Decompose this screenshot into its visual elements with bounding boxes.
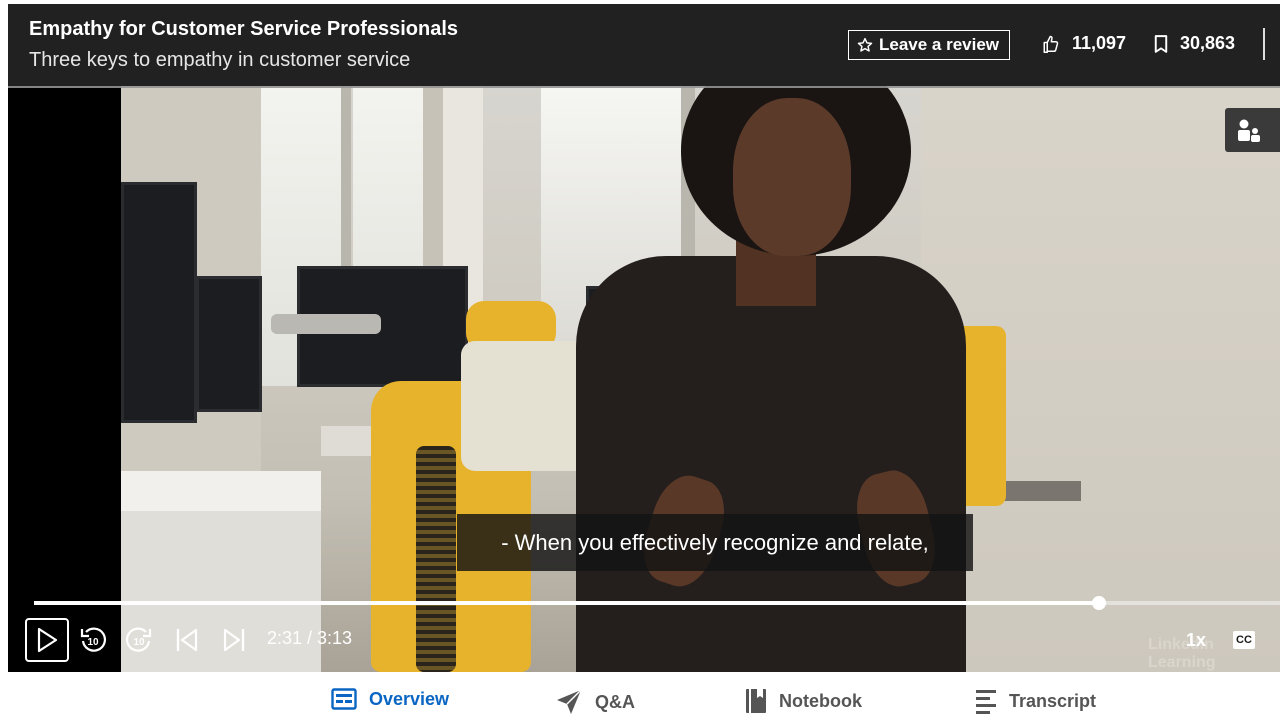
- transcript-icon: [976, 690, 996, 714]
- leave-review-button[interactable]: Leave a review: [848, 30, 1011, 60]
- like-button[interactable]: 11,097: [1042, 33, 1126, 54]
- tab-overview-label: Overview: [369, 688, 450, 709]
- cc-icon: CC: [1233, 631, 1255, 649]
- like-count: 11,097: [1072, 33, 1127, 53]
- tab-qa-label: Q&A: [595, 691, 635, 712]
- header-divider: [1263, 28, 1265, 60]
- save-button[interactable]: 30,863: [1154, 33, 1235, 54]
- video-header-overlay: Empathy for Customer Service Professiona…: [8, 4, 1280, 88]
- star-icon: [857, 37, 873, 52]
- tab-transcript[interactable]: Transcript: [975, 688, 1096, 714]
- playback-time: 2:31 / 3:13: [267, 628, 353, 648]
- progress-bar[interactable]: [34, 596, 1280, 610]
- next-video-button[interactable]: [217, 618, 251, 662]
- playback-speed-button[interactable]: 1x: [1178, 618, 1214, 662]
- thumbs-up-icon: [1043, 35, 1059, 53]
- play-button[interactable]: [25, 618, 69, 662]
- play-icon: [37, 627, 58, 653]
- caption-text: - When you effectively recognize and rel…: [457, 514, 973, 571]
- leave-review-label: Leave a review: [879, 35, 1000, 54]
- video-frame[interactable]: [121, 86, 1280, 672]
- svg-text:10: 10: [133, 637, 145, 648]
- tab-notebook-label: Notebook: [779, 690, 862, 711]
- previous-video-button[interactable]: [170, 618, 204, 662]
- video-title: Three keys to empathy in customer servic…: [29, 49, 411, 71]
- tab-notebook[interactable]: Notebook: [745, 688, 862, 714]
- rewind-10-icon: 10: [80, 627, 106, 652]
- bookmark-icon: [1154, 34, 1168, 53]
- course-title: Empathy for Customer Service Professiona…: [29, 18, 459, 40]
- linkedin-learning-watermark: LinkedIn Learning: [1148, 636, 1216, 671]
- paper-plane-icon: [557, 689, 582, 714]
- notebook-icon: [746, 689, 766, 713]
- video-player[interactable]: Empathy for Customer Service Professiona…: [8, 4, 1280, 672]
- overview-icon: [331, 688, 357, 710]
- skip-next-icon: [223, 628, 245, 652]
- skip-previous-icon: [176, 628, 198, 652]
- content-tabs: Overview Q&A Notebook Transcript: [8, 672, 1280, 720]
- rewind-10-button[interactable]: 10: [76, 618, 110, 662]
- closed-captions-button[interactable]: CC: [1230, 618, 1258, 662]
- progress-fill: [34, 601, 1100, 605]
- tab-overview[interactable]: Overview: [331, 688, 449, 710]
- save-count: 30,863: [1180, 33, 1236, 53]
- tab-qa[interactable]: Q&A: [555, 688, 635, 716]
- toggle-side-panel-button[interactable]: [1225, 108, 1280, 152]
- people-icon: [1238, 119, 1260, 142]
- svg-text:10: 10: [87, 637, 99, 648]
- forward-10-icon: 10: [126, 627, 152, 652]
- forward-10-button[interactable]: 10: [122, 618, 156, 662]
- tab-transcript-label: Transcript: [1009, 690, 1097, 711]
